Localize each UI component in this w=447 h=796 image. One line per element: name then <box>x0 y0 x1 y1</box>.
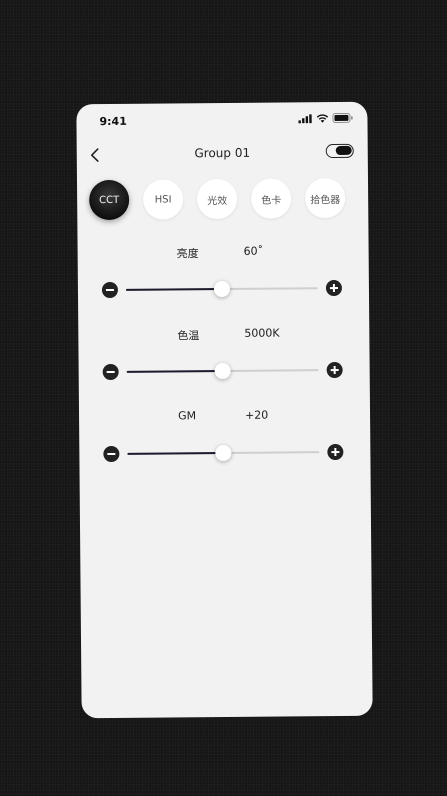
color-temperature-value: 5000K <box>244 326 280 340</box>
gm-value: +20 <box>244 408 269 422</box>
power-toggle[interactable] <box>325 143 354 159</box>
color-temperature-slider-fill <box>126 370 223 373</box>
brightness-label: 亮度 <box>176 247 199 261</box>
mode-tabs: CCT HSI 光效 色卡 拾色器 <box>88 177 346 221</box>
brightness-value: 60˚ <box>243 244 264 258</box>
wifi-icon <box>316 113 329 123</box>
color-temperature-slider-thumb[interactable] <box>214 362 231 380</box>
mode-tab-cct[interactable]: CCT <box>88 179 130 221</box>
app-screen: 9:41 Group 01 CCT HSI 光效 色卡 拾色器 亮度 60˚ 色… <box>76 101 373 719</box>
toggle-knob <box>335 145 352 156</box>
status-bar: 9:41 <box>76 102 367 139</box>
brightness-decrease-button[interactable] <box>101 281 119 299</box>
color-temperature-increase-button[interactable] <box>326 361 343 379</box>
mode-tab-color-picker[interactable]: 拾色器 <box>304 177 346 219</box>
mode-tab-hsi[interactable]: HSI <box>142 179 184 220</box>
gm-slider-row <box>103 442 344 464</box>
color-temperature-slider-track[interactable] <box>126 362 319 380</box>
brightness-slider-fill <box>125 288 222 291</box>
brightness-slider-row <box>101 278 343 300</box>
gm-slider-fill <box>127 452 224 455</box>
nav-bar: Group 01 <box>77 138 368 171</box>
color-temperature-label: 色温 <box>177 329 200 343</box>
gm-slider-track[interactable] <box>127 444 320 462</box>
status-icons <box>298 112 353 124</box>
page-title: Group 01 <box>194 145 251 161</box>
brightness-slider-track[interactable] <box>125 280 318 298</box>
cellular-signal-icon <box>298 113 312 123</box>
gm-increase-button[interactable] <box>327 443 344 461</box>
gm-control: GM +20 <box>79 408 370 463</box>
gm-decrease-button[interactable] <box>103 445 120 463</box>
status-time: 9:41 <box>99 114 127 129</box>
brightness-increase-button[interactable] <box>325 279 343 297</box>
gm-slider-thumb[interactable] <box>215 444 232 462</box>
mode-tab-color-card[interactable]: 色卡 <box>250 178 292 219</box>
gm-label: GM <box>177 409 197 423</box>
color-temperature-decrease-button[interactable] <box>102 363 119 381</box>
mode-tab-effects[interactable]: 光效 <box>196 178 238 220</box>
color-temperature-slider-row <box>102 360 343 382</box>
brightness-slider-thumb[interactable] <box>213 280 231 298</box>
brightness-control: 亮度 60˚ <box>78 244 369 299</box>
battery-icon <box>332 112 353 124</box>
color-temperature-control: 色温 5000K <box>78 326 369 381</box>
